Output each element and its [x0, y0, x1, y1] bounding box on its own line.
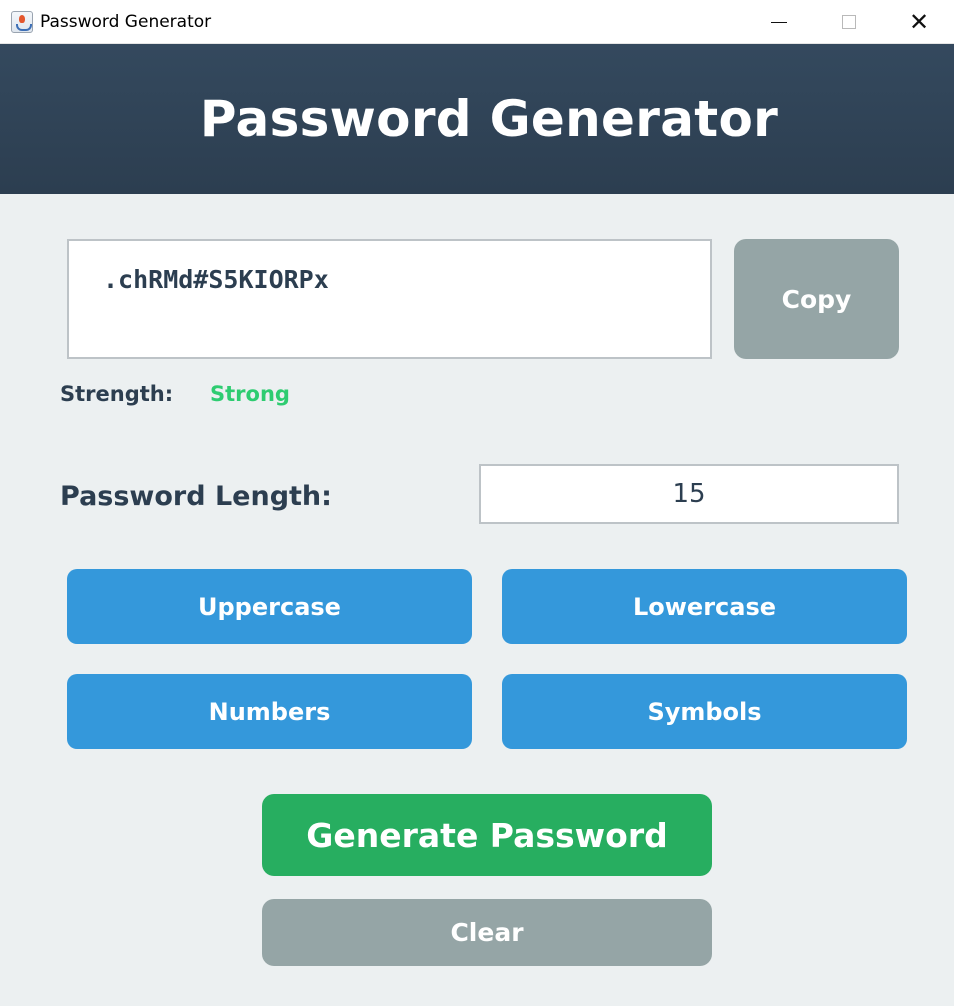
window-title: Password Generator — [40, 11, 212, 32]
password-length-value: 15 — [672, 479, 706, 509]
close-icon: ✕ — [908, 8, 930, 36]
app-header: Password Generator — [0, 44, 954, 194]
minimize-button[interactable] — [744, 0, 814, 44]
uppercase-toggle-button[interactable]: Uppercase — [67, 569, 472, 644]
password-output-field[interactable]: .chRMd#S5KIORPx — [67, 239, 712, 359]
java-app-icon — [11, 10, 33, 33]
clear-button[interactable]: Clear — [262, 899, 712, 966]
password-value: .chRMd#S5KIORPx — [103, 265, 329, 294]
window-titlebar: Password Generator ✕ — [0, 0, 954, 44]
window-controls: ✕ — [744, 0, 954, 44]
lowercase-toggle-button[interactable]: Lowercase — [502, 569, 907, 644]
copy-button[interactable]: Copy — [734, 239, 899, 359]
maximize-icon — [842, 15, 856, 29]
symbols-toggle-button[interactable]: Symbols — [502, 674, 907, 749]
password-length-input[interactable]: 15 — [479, 464, 899, 524]
strength-value: Strong — [210, 382, 290, 406]
maximize-button[interactable] — [814, 0, 884, 44]
generate-password-button[interactable]: Generate Password — [262, 794, 712, 876]
numbers-toggle-button[interactable]: Numbers — [67, 674, 472, 749]
strength-label: Strength: — [60, 382, 174, 406]
close-button[interactable]: ✕ — [884, 0, 954, 44]
minimize-icon — [771, 21, 787, 23]
page-title: Password Generator — [199, 90, 779, 148]
password-length-label: Password Length: — [60, 481, 332, 512]
